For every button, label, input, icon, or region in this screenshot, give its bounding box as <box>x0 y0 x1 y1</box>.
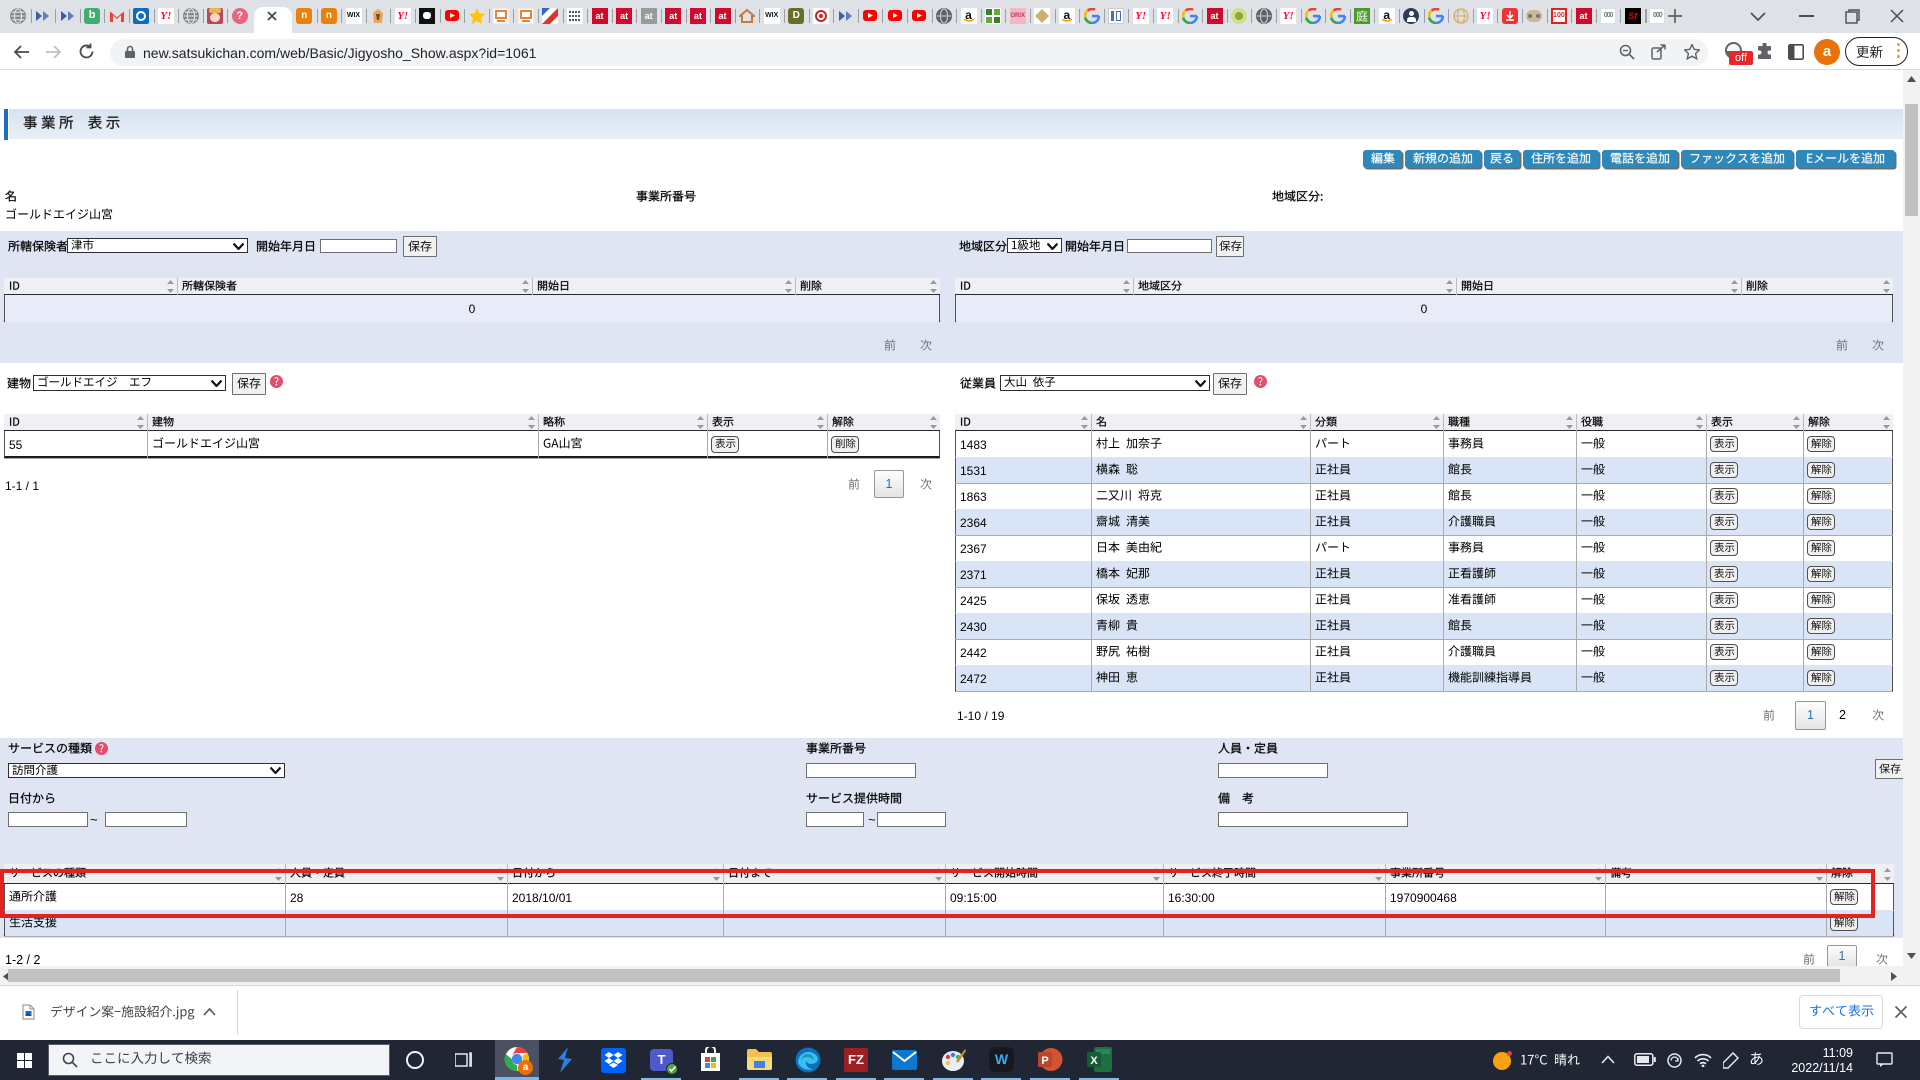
svg-text:X: X <box>1090 1055 1098 1067</box>
svg-text:P: P <box>1041 1055 1048 1067</box>
